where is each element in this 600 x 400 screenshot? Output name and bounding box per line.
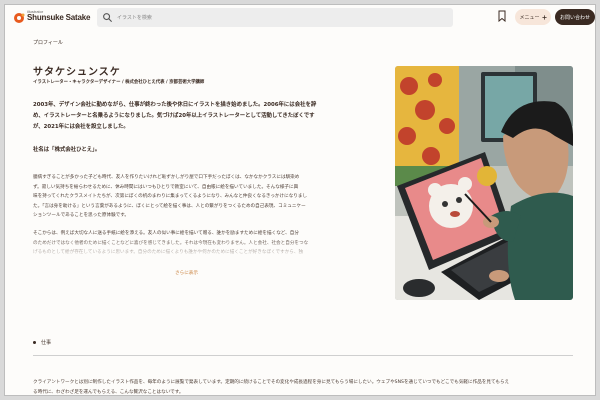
intro-line: 2003年、デザイン会社に勤めながら、仕事が終わった後や休日にイラストを描き始め…: [33, 102, 317, 108]
career-line: る時代に、わざわざ足を運んでもらえる、こんな贅沢なことはないです。: [33, 389, 184, 395]
intro-line: が、2021年には会社を設立しました。: [33, 124, 129, 130]
story-line: ションツールであることを思った原体験です。: [33, 213, 129, 219]
profile-name: サタケシュンスケ: [33, 67, 121, 78]
intro-line: め、イラストレーターと名乗るようになりました。気づけば20年以上イラストレーター…: [33, 113, 315, 119]
site-header: illustrator Shunsuke Satake メニュー お問い合わせ: [5, 5, 595, 31]
bullet-dot-icon: [33, 341, 36, 344]
career-line: クライアントワークとは別に制作したイラスト作品を、毎年のように展覧で発表していま…: [33, 380, 510, 385]
profile-story: 臆病すぎることが多かった子ども時代、友人を作りたいけれど恥ずかしがり屋で口下手だ…: [33, 173, 383, 221]
menu-button-label: メニュー: [519, 14, 540, 21]
career-text: クライアントワークとは別に制作したイラスト作品を、毎年のように展覧で発表していま…: [33, 378, 583, 395]
career-heading: 仕事: [33, 339, 51, 346]
search-input[interactable]: [117, 10, 437, 25]
browser-frame: illustrator Shunsuke Satake メニュー お問い合わせ …: [4, 4, 596, 396]
section-divider: [33, 355, 573, 356]
story-line: た。「言は身を助ける」という言葉があるように、ぼくにとって絵を描く事は、人との繋…: [33, 203, 306, 209]
menu-button[interactable]: メニュー: [515, 9, 551, 25]
plus-icon: [541, 14, 547, 20]
text-fade-overlay: [25, 237, 395, 267]
profile-intro: 2003年、デザイン会社に勤めながら、仕事が終わった後や休日にイラストを描き始め…: [33, 100, 383, 133]
search-icon: [103, 13, 112, 22]
career-heading-label: 仕事: [41, 340, 52, 346]
story-line: 臆病すぎることが多かった子ども時代、友人を作りたいけれど恥ずかしがり屋で口下手だ…: [33, 175, 300, 180]
profile-titles: イラストレーター・キャラクターデザイナー / 株式会社ひとえ代表 / 京都芸術大…: [33, 80, 205, 85]
profile-photo: [395, 66, 573, 300]
company-name: 社名は「株式会社ひとえ」。: [33, 147, 101, 153]
bookmark-icon[interactable]: [497, 10, 507, 22]
story-line: 味を持ってくれたクラスメイトたちが、次第にぼくの机のまわりに集まってくるようにな…: [33, 194, 308, 200]
illustrator-photo-image: [395, 66, 573, 300]
contact-button[interactable]: お問い合わせ: [555, 9, 595, 25]
breadcrumb: プロフィール: [33, 40, 63, 46]
story-line: ず。寂しい気持ちを紛らわせるために、休み時間にはいつもひとりで教室にいて、自由帳…: [33, 184, 299, 190]
search-box[interactable]: [97, 8, 453, 27]
brand-name[interactable]: Shunsuke Satake: [27, 13, 90, 22]
show-more-link[interactable]: さらに表示: [175, 270, 198, 276]
